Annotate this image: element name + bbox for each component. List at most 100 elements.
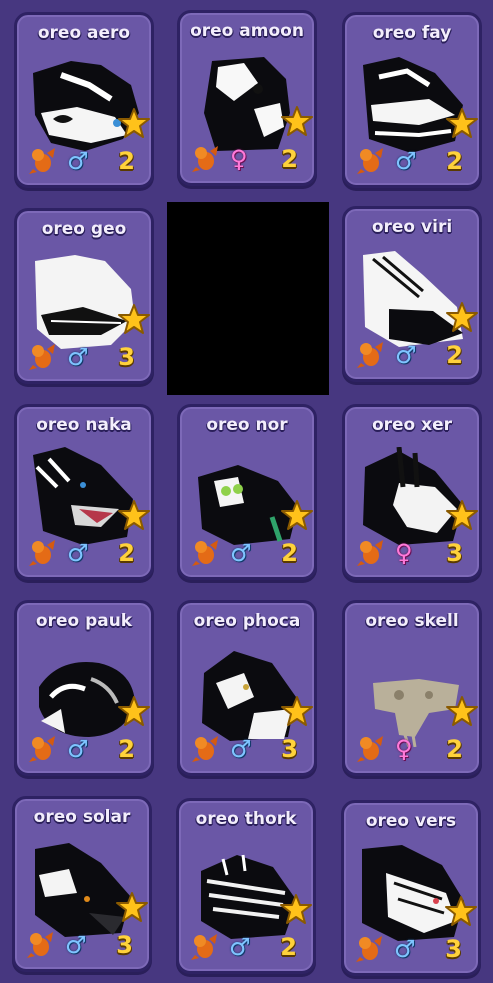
baby-dragon-icon <box>29 344 55 370</box>
baby-dragon-icon <box>357 540 383 566</box>
pet-card-oreo-phoca[interactable]: oreo phoca ♂ 3 <box>177 600 317 776</box>
male-icon: ♂ <box>230 735 252 763</box>
baby-dragon-icon <box>29 148 55 174</box>
pet-inventory-grid: oreo aero ♂ 2 oreo amoon ♀ 2 oreo fay ♂ … <box>0 0 493 983</box>
pet-level: 3 <box>118 343 135 371</box>
star-icon <box>446 696 478 726</box>
pet-badges: ♂ 2 <box>25 735 143 763</box>
baby-dragon-icon <box>192 146 218 172</box>
pet-level: 2 <box>118 735 135 763</box>
star-icon <box>281 500 313 530</box>
pet-name: oreo fay <box>372 23 452 43</box>
pet-card-oreo-nor[interactable]: oreo nor ♂ 2 <box>177 404 317 580</box>
pet-level: 2 <box>281 145 298 173</box>
pet-badges: ♂ 3 <box>352 935 470 963</box>
pet-level: 2 <box>280 933 297 961</box>
star-icon <box>280 894 312 924</box>
pet-card-oreo-geo[interactable]: oreo geo ♂ 3 <box>14 208 154 384</box>
pet-card-oreo-xer[interactable]: oreo xer ♀ 3 <box>342 404 482 580</box>
pet-card-oreo-amoon[interactable]: oreo amoon ♀ 2 <box>177 10 317 186</box>
pet-card-oreo-naka[interactable]: oreo naka ♂ 2 <box>14 404 154 580</box>
pet-name: oreo skell <box>365 611 459 631</box>
star-icon <box>118 304 150 334</box>
pet-name: oreo aero <box>37 23 131 43</box>
pet-badges: ♂ 2 <box>25 539 143 567</box>
baby-dragon-icon <box>191 934 217 960</box>
baby-dragon-icon <box>357 342 383 368</box>
pet-level: 3 <box>116 931 133 959</box>
pet-level: 2 <box>446 735 463 763</box>
pet-name: oreo geo <box>41 219 127 239</box>
pet-name: oreo vers <box>365 811 457 831</box>
star-icon <box>446 108 478 138</box>
female-icon: ♀ <box>395 735 413 763</box>
pet-badges: ♂ 3 <box>23 931 141 959</box>
star-icon <box>281 106 313 136</box>
pet-level: 3 <box>281 735 298 763</box>
pet-card-oreo-vers[interactable]: oreo vers ♂ 3 <box>341 800 481 976</box>
baby-dragon-icon <box>192 736 218 762</box>
pet-badges: ♀ 2 <box>188 145 306 173</box>
star-icon <box>446 302 478 332</box>
baby-dragon-icon <box>29 540 55 566</box>
pet-name: oreo xer <box>371 415 453 435</box>
pet-badges: ♀ 2 <box>353 735 471 763</box>
pet-level: 3 <box>446 539 463 567</box>
pet-card-oreo-fay[interactable]: oreo fay ♂ 2 <box>342 12 482 188</box>
star-icon <box>118 500 150 530</box>
male-icon: ♂ <box>67 735 89 763</box>
male-icon: ♂ <box>230 539 252 567</box>
pet-badges: ♀ 3 <box>353 539 471 567</box>
pet-name: oreo phoca <box>193 611 301 631</box>
pet-card-oreo-solar[interactable]: oreo solar ♂ 3 <box>12 796 152 972</box>
male-icon: ♂ <box>67 147 89 175</box>
baby-dragon-icon <box>29 736 55 762</box>
pet-card-oreo-thork[interactable]: oreo thork ♂ 2 <box>176 798 316 974</box>
male-icon: ♂ <box>67 343 89 371</box>
pet-card-oreo-viri[interactable]: oreo viri ♂ 2 <box>342 206 482 382</box>
star-icon <box>281 696 313 726</box>
pet-name: oreo amoon <box>190 21 304 41</box>
pet-name: oreo naka <box>36 415 132 435</box>
male-icon: ♂ <box>395 147 417 175</box>
baby-dragon-icon <box>192 540 218 566</box>
pet-level: 2 <box>446 341 463 369</box>
baby-dragon-icon <box>357 736 383 762</box>
star-icon <box>118 696 150 726</box>
female-icon: ♀ <box>230 145 248 173</box>
male-icon: ♂ <box>229 933 251 961</box>
pet-badges: ♂ 3 <box>25 343 143 371</box>
pet-badges: ♂ 2 <box>188 539 306 567</box>
male-icon: ♂ <box>395 341 417 369</box>
empty-slot <box>167 202 329 395</box>
pet-badges: ♂ 3 <box>188 735 306 763</box>
pet-level: 2 <box>281 539 298 567</box>
pet-card-oreo-aero[interactable]: oreo aero ♂ 2 <box>14 12 154 188</box>
pet-name: oreo pauk <box>35 611 133 631</box>
male-icon: ♂ <box>67 539 89 567</box>
pet-badges: ♂ 2 <box>25 147 143 175</box>
pet-card-oreo-skell[interactable]: oreo skell ♀ 2 <box>342 600 482 776</box>
pet-level: 2 <box>446 147 463 175</box>
pet-level: 3 <box>445 935 462 963</box>
pet-badges: ♂ 2 <box>353 341 471 369</box>
baby-dragon-icon <box>357 148 383 174</box>
pet-level: 2 <box>118 147 135 175</box>
pet-name: oreo solar <box>33 807 131 827</box>
baby-dragon-icon <box>27 932 53 958</box>
pet-name: oreo thork <box>195 809 297 829</box>
pet-badges: ♂ 2 <box>187 933 305 961</box>
pet-card-oreo-pauk[interactable]: oreo pauk ♂ 2 <box>14 600 154 776</box>
pet-level: 2 <box>118 539 135 567</box>
star-icon <box>445 896 477 926</box>
male-icon: ♂ <box>394 935 416 963</box>
pet-name: oreo viri <box>371 217 453 237</box>
star-icon <box>446 500 478 530</box>
male-icon: ♂ <box>65 931 87 959</box>
baby-dragon-icon <box>356 936 382 962</box>
pet-badges: ♂ 2 <box>353 147 471 175</box>
female-icon: ♀ <box>395 539 413 567</box>
star-icon <box>116 892 148 922</box>
star-icon <box>118 108 150 138</box>
pet-name: oreo nor <box>206 415 288 435</box>
